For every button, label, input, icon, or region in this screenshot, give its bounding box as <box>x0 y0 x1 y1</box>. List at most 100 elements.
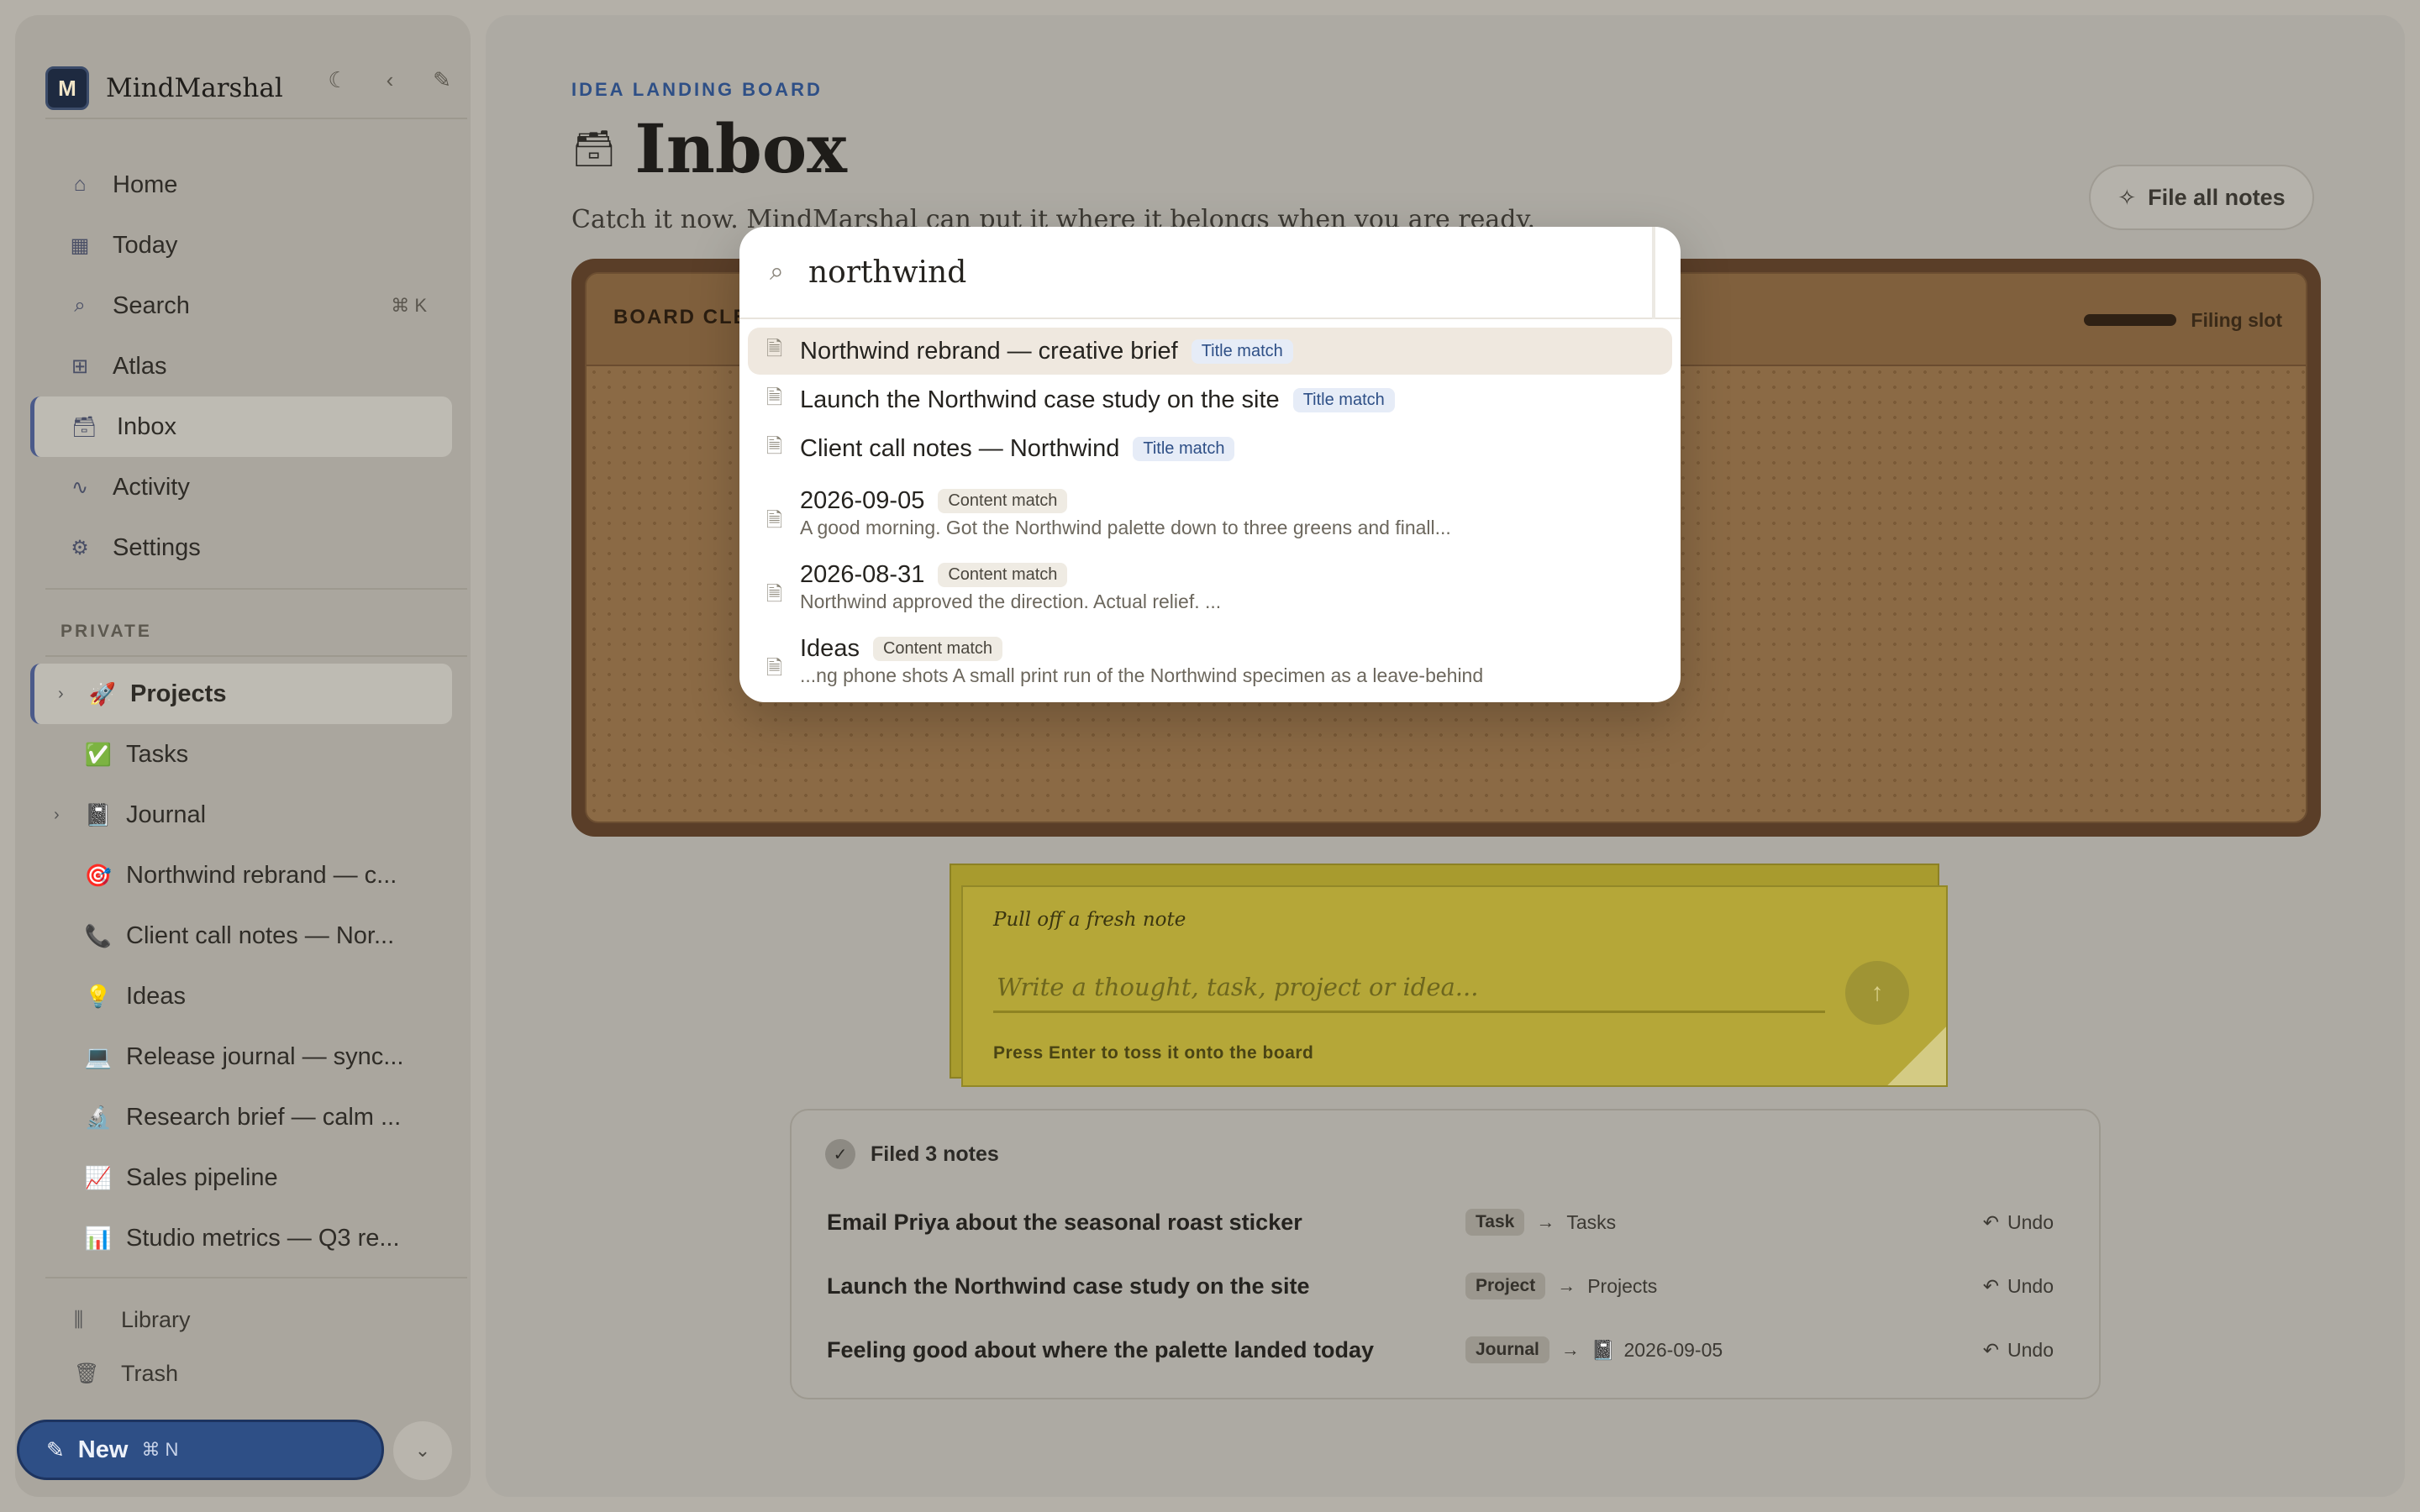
scrollbar[interactable] <box>1652 227 1655 319</box>
nav-label: Atlas <box>113 352 167 380</box>
result-title: Ideas <box>800 635 860 662</box>
search-shortcut: ⌘ K <box>391 295 427 316</box>
filed-heading: ✓ Filed 3 notes <box>825 1139 999 1169</box>
brand-tools: ☾ ‹ ✎ <box>328 67 452 93</box>
result-title: Launch the Northwind case study on the s… <box>800 386 1280 413</box>
new-button[interactable]: ✎ New ⌘ N <box>17 1420 384 1480</box>
nav-atlas[interactable]: ⊞ Atlas <box>30 336 452 396</box>
filed-destination[interactable]: Projects <box>1587 1275 1657 1298</box>
note-input[interactable]: Write a thought, task, project or idea..… <box>993 963 1825 1013</box>
nav-today[interactable]: ▦ Today <box>30 215 452 276</box>
search-result[interactable]: 🗎 2026-09-05 Content match A good mornin… <box>748 482 1672 553</box>
nav-settings[interactable]: ⚙ Settings <box>30 517 452 578</box>
app-logo: M <box>45 66 89 110</box>
tree-item-release-journal[interactable]: 💻 Release journal — sync... <box>30 1026 452 1087</box>
match-badge: Content match <box>938 563 1068 587</box>
match-badge: Title match <box>1292 387 1395 412</box>
search-result[interactable]: 🗎 Northwind rebrand — creative brief Tit… <box>748 328 1672 375</box>
tree-item-research-brief[interactable]: 🔬 Research brief — calm ... <box>30 1087 452 1147</box>
search-result[interactable]: 🗎 Client call notes — Northwind Title ma… <box>748 425 1672 472</box>
undo-button[interactable]: ↶ Undo <box>1983 1211 2054 1234</box>
nav-home[interactable]: ⌂ Home <box>30 155 452 215</box>
search-result[interactable]: 🗎 Ideas Content match ...ng phone shots … <box>748 630 1672 701</box>
tree-item-studio-metrics[interactable]: 📊 Studio metrics — Q3 re... <box>30 1208 452 1268</box>
match-badge: Title match <box>1133 436 1235 461</box>
note-type-badge: Journal <box>1465 1336 1549 1363</box>
moon-icon[interactable]: ☾ <box>328 67 348 93</box>
match-badge: Content match <box>872 637 1003 661</box>
phone-icon: 📞 <box>84 922 113 948</box>
chevron-right-icon[interactable]: › <box>54 806 72 825</box>
nav-inbox[interactable]: 🗃 Inbox <box>30 396 452 457</box>
note-type-badge: Task <box>1465 1209 1525 1236</box>
nav-library[interactable]: ⫼ Library <box>74 1307 191 1333</box>
calendar-icon: ▦ <box>70 234 90 257</box>
filed-destination[interactable]: Tasks <box>1566 1211 1616 1234</box>
sidebar: M MindMarshal ☾ ‹ ✎ ⌂ Home ▦ Today ⌕ Sea… <box>15 15 471 1497</box>
match-badge: Content match <box>938 489 1068 513</box>
undo-button[interactable]: ↶ Undo <box>1983 1275 2054 1298</box>
tree-item-tasks[interactable]: ✅ Tasks <box>30 724 452 785</box>
gear-icon: ⚙ <box>71 536 89 559</box>
nav-trash[interactable]: 🗑 Trash <box>74 1361 178 1387</box>
arrow-right-icon: → <box>1557 1275 1576 1296</box>
filing-slot[interactable] <box>2084 314 2176 326</box>
laptop-icon: 💻 <box>84 1043 113 1069</box>
pencil-icon[interactable]: ✎ <box>432 67 452 93</box>
filed-note-title: Launch the Northwind case study on the s… <box>827 1273 1310 1299</box>
arrow-right-icon: → <box>1560 1339 1580 1360</box>
undo-button[interactable]: ↶ Undo <box>1983 1339 2054 1362</box>
nav-search[interactable]: ⌕ Search ⌘ K <box>30 276 452 336</box>
tree-label: Northwind rebrand — c... <box>126 861 397 889</box>
tree-label: Client call notes — Nor... <box>126 921 395 949</box>
filed-row: Launch the Northwind case study on the s… <box>827 1265 2054 1307</box>
search-result[interactable]: 🗎 2026-08-31 Content match Northwind app… <box>748 556 1672 627</box>
submit-note-button[interactable]: ↑ <box>1845 961 1909 1025</box>
file-all-label: File all notes <box>2148 184 2286 210</box>
inbox-icon: 🗃 <box>571 128 617 168</box>
tree-item-journal[interactable]: › 📓 Journal <box>30 785 452 845</box>
result-snippet: ...ng phone shots A small print run of t… <box>800 664 1484 686</box>
trash-icon: 🗑 <box>74 1362 100 1385</box>
tree-item-northwind-rebrand[interactable]: 🎯 Northwind rebrand — c... <box>30 845 452 906</box>
tree-item-sales-pipeline[interactable]: 📈 Sales pipeline <box>30 1147 452 1208</box>
nav-activity[interactable]: ∿ Activity <box>30 457 452 517</box>
board-title: BOARD CLE <box>613 306 749 328</box>
nav-label: Inbox <box>117 412 176 440</box>
notebook-icon: 📓 <box>1591 1338 1616 1361</box>
search-input[interactable]: northwind <box>808 255 966 290</box>
divider <box>45 655 467 657</box>
search-icon: ⌕ <box>74 294 86 317</box>
sparkle-icon: ✧ <box>2118 184 2137 210</box>
brand[interactable]: M MindMarshal ☾ ‹ ✎ <box>45 50 471 126</box>
tree-item-client-call-notes[interactable]: 📞 Client call notes — Nor... <box>30 906 452 966</box>
undo-icon: ↶ <box>1982 1210 2000 1233</box>
checkmark-icon: ✅ <box>84 741 113 767</box>
tree-item-projects[interactable]: › 🚀 Projects <box>30 664 452 724</box>
search-result[interactable]: 🗎 Launch the Northwind case study on the… <box>748 376 1672 423</box>
edit-icon: ✎ <box>46 1436 65 1462</box>
inbox-icon: 🗃 <box>71 415 97 438</box>
document-icon: 🗎 <box>766 386 783 409</box>
document-icon: 🗎 <box>766 337 783 360</box>
result-snippet: Northwind approved the direction. Actual… <box>800 591 1222 612</box>
check-icon: ✓ <box>825 1139 855 1169</box>
palette-search-bar[interactable]: ⌕ northwind <box>739 227 1681 319</box>
chevron-left-icon[interactable]: ‹ <box>380 67 400 93</box>
library-icon: ⫼ <box>74 1308 84 1331</box>
result-title: 2026-09-05 <box>800 487 925 514</box>
result-snippet: A good morning. Got the Northwind palett… <box>800 517 1451 538</box>
arrow-up-icon: ↑ <box>1870 979 1884 1006</box>
result-title: 2026-08-31 <box>800 561 925 588</box>
tree-item-ideas[interactable]: 💡 Ideas <box>30 966 452 1026</box>
new-options-button[interactable]: ⌄ <box>393 1421 452 1480</box>
tree-label: Journal <box>126 801 207 828</box>
undo-icon: ↶ <box>1982 1274 2000 1297</box>
filed-destination[interactable]: 📓 2026-09-05 <box>1591 1339 1723 1362</box>
chevron-right-icon[interactable]: › <box>58 685 76 704</box>
file-all-notes-button[interactable]: ✧ File all notes <box>2089 165 2314 230</box>
document-icon: 🗎 <box>766 583 783 606</box>
chart-up-icon: 📈 <box>84 1164 113 1190</box>
divider <box>45 588 467 590</box>
tree-label: Ideas <box>126 982 186 1010</box>
